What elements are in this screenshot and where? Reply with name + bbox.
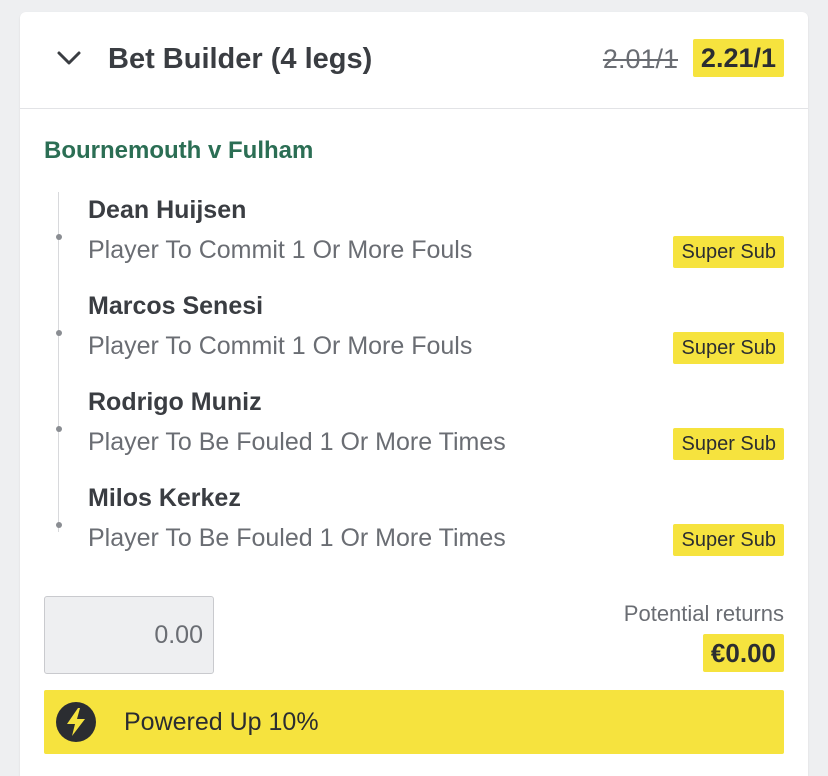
leg-player-name: Milos Kerkez (88, 484, 241, 512)
leg-player-name: Dean Huijsen (88, 196, 247, 224)
leg-player-name: Rodrigo Muniz (88, 388, 262, 416)
leg-market: Player To Commit 1 Or More Fouls (88, 332, 473, 360)
lightning-bolt-icon (56, 702, 96, 742)
super-sub-badge: Super Sub (673, 236, 784, 268)
super-sub-badge: Super Sub (673, 428, 784, 460)
match-title: Bournemouth v Fulham (44, 137, 314, 164)
super-sub-badge: Super Sub (673, 524, 784, 556)
powered-up-label: Powered Up 10% (124, 708, 319, 736)
potential-returns-label: Potential returns (623, 601, 784, 626)
bet-leg: Marcos Senesi Player To Commit 1 Or More… (20, 290, 808, 380)
timeline-dot (56, 234, 62, 240)
bet-builder-title: Bet Builder (4 legs) (108, 43, 373, 75)
bet-builder-header[interactable]: Bet Builder (4 legs) 2.01/1 2.21/1 (20, 12, 808, 109)
boosted-odds: 2.21/1 (692, 39, 784, 77)
chevron-down-icon[interactable] (56, 45, 82, 71)
bet-leg: Rodrigo Muniz Player To Be Fouled 1 Or M… (20, 386, 808, 476)
super-sub-badge: Super Sub (673, 332, 784, 364)
timeline-dot (56, 522, 62, 528)
original-odds: 2.01/1 (602, 44, 678, 74)
timeline-dot (56, 330, 62, 336)
timeline-dot (56, 426, 62, 432)
leg-market: Player To Be Fouled 1 Or More Times (88, 524, 506, 552)
bet-leg: Dean Huijsen Player To Commit 1 Or More … (20, 194, 808, 284)
powered-up-banner: Powered Up 10% (44, 690, 784, 754)
leg-market: Player To Commit 1 Or More Fouls (88, 236, 473, 264)
leg-player-name: Marcos Senesi (88, 292, 264, 320)
potential-returns-value: €0.00 (702, 634, 784, 672)
stake-input[interactable] (44, 596, 214, 674)
leg-market: Player To Be Fouled 1 Or More Times (88, 428, 506, 456)
bet-builder-card: Bet Builder (4 legs) 2.01/1 2.21/1 Bourn… (20, 12, 808, 776)
bet-leg: Milos Kerkez Player To Be Fouled 1 Or Mo… (20, 482, 808, 572)
